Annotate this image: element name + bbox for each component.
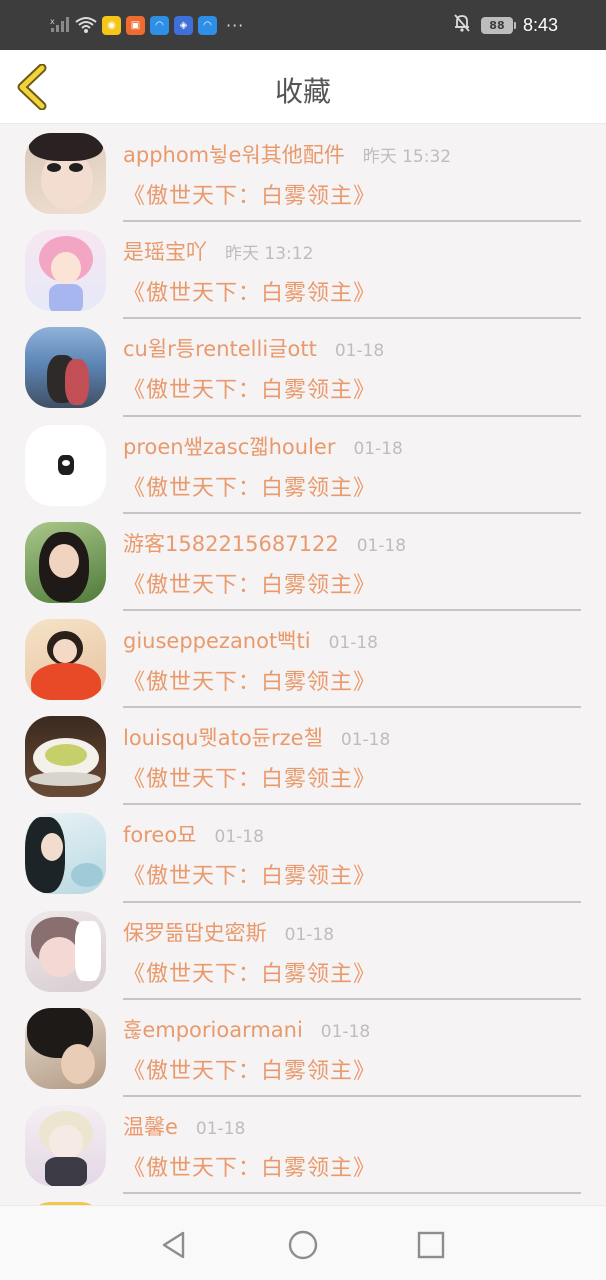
timestamp: 01-18 — [195, 1118, 246, 1139]
list-item[interactable]: louisqu뭿ato듄rze첼 01-18 《傲世天下：白雾领主》 — [0, 708, 606, 806]
list-item[interactable]: 훊emporioarmani 01-18 《傲世天下：白雾领主》 — [0, 1000, 606, 1097]
status-right-icons: 88 8:43 — [453, 13, 558, 37]
list-item[interactable]: giuseppezanot뻑ti 01-18 《傲世天下：白雾领主》 — [0, 611, 606, 709]
app-icon-2: ▣ — [126, 15, 145, 35]
item-header: 훊emporioarmani 01-18 — [123, 1014, 370, 1046]
list-item[interactable] — [0, 1194, 606, 1205]
item-header: 温馨e 01-18 — [123, 1111, 245, 1143]
book-title[interactable]: 《傲世天下：白雾领主》 — [123, 178, 376, 210]
timestamp: 01-18 — [356, 535, 407, 556]
list-item[interactable]: 游客1582215687122 01-18 《傲世天下：白雾领主》 — [0, 514, 606, 611]
list-item[interactable]: foreo묘 01-18 《傲世天下：白雾领主》 — [0, 805, 606, 903]
item-header: foreo묘 01-18 — [123, 819, 264, 851]
item-header: 游客1582215687122 01-18 — [123, 528, 406, 560]
user-name: 游客1582215687122 — [123, 531, 339, 556]
list-item[interactable]: 温馨e 01-18 《傲世天下：白雾领主》 — [0, 1097, 606, 1195]
book-title[interactable]: 《傲世天下：白雾领主》 — [123, 1150, 376, 1182]
book-title[interactable]: 《傲世天下：白雾领主》 — [123, 858, 376, 890]
more-dots-icon: ··· — [226, 15, 245, 35]
bell-off-icon — [453, 13, 471, 37]
back-triangle-icon[interactable] — [157, 1228, 191, 1262]
navigation-bar — [0, 1205, 606, 1280]
list-item[interactable]: apphom뉳e워其他配件 昨天 15:32 《傲世天下：白雾领主》 — [0, 125, 606, 223]
user-name: apphom뉳e워其他配件 — [123, 143, 345, 167]
page-title: 收藏 — [274, 75, 331, 108]
item-header: proen쌮zasc꼛houler 01-18 — [123, 431, 403, 463]
user-name: cu윌r틍rentelli글ott — [123, 337, 317, 362]
wifi-icon — [75, 16, 97, 34]
book-title[interactable]: 《傲世天下：白雾领主》 — [123, 1053, 376, 1085]
user-name: foreo묘 — [123, 823, 197, 848]
timestamp: 昨天 15:32 — [362, 147, 452, 167]
app-icon-5: ◠ — [198, 15, 217, 35]
timestamp: 01-18 — [340, 730, 391, 751]
avatar — [25, 1104, 106, 1186]
book-title[interactable]: 《傲世天下：白雾领主》 — [123, 761, 376, 793]
avatar — [25, 910, 106, 992]
svg-text:x: x — [50, 17, 55, 26]
avatar — [25, 618, 106, 700]
user-name: 保罗뜲땁史密斯 — [123, 920, 267, 945]
avatar — [25, 424, 106, 506]
avatar — [25, 716, 106, 798]
app-icon-3: ◠ — [150, 15, 169, 35]
app-icon-1: ◉ — [102, 15, 121, 35]
timestamp: 昨天 13:12 — [225, 244, 314, 265]
app-header: 收藏 — [0, 50, 606, 124]
timestamp: 01-18 — [284, 924, 335, 945]
status-time: 8:43 — [522, 14, 558, 35]
user-name: 温馨e — [123, 1114, 178, 1139]
home-circle-icon[interactable] — [286, 1228, 320, 1262]
item-header: cu윌r틍rentelli글ott 01-18 — [123, 333, 384, 365]
user-name: giuseppezanot뻑ti — [123, 628, 311, 653]
timestamp: 01-18 — [214, 827, 264, 848]
item-header: 保罗뜲땁史密斯 01-18 — [123, 917, 334, 949]
book-title[interactable]: 《傲世天下：白雾领主》 — [123, 567, 376, 599]
timestamp: 01-18 — [328, 632, 378, 653]
user-name: 是瑶宝吖 — [123, 240, 207, 265]
user-name: proen쌮zasc꼛houler — [123, 434, 336, 459]
avatar — [25, 1007, 106, 1089]
battery-icon: 88 — [480, 16, 516, 34]
timestamp: 01-18 — [320, 1021, 371, 1042]
timestamp: 01-18 — [353, 438, 403, 459]
status-left-icons: x ◉ ▣ ◠ ◈ ◠ ··· — [50, 15, 245, 35]
app-icon-4: ◈ — [174, 15, 193, 35]
avatar — [25, 230, 106, 312]
avatar — [25, 327, 106, 409]
status-bar: x ◉ ▣ ◠ ◈ ◠ ··· 88 8:43 — [0, 0, 606, 50]
item-header: giuseppezanot뻑ti 01-18 — [123, 625, 378, 657]
timestamp: 01-18 — [334, 341, 385, 362]
recents-square-icon[interactable] — [414, 1228, 448, 1262]
item-header: apphom뉳e워其他配件 昨天 15:32 — [123, 139, 451, 171]
book-title[interactable]: 《傲世天下：白雾领主》 — [123, 956, 376, 988]
list-item[interactable]: proen쌮zasc꼛houler 01-18 《傲世天下：白雾领主》 — [0, 417, 606, 514]
favorites-list[interactable]: apphom뉳e워其他配件 昨天 15:32 《傲世天下：白雾领主》 是瑶宝吖 … — [0, 125, 606, 1205]
avatar — [25, 133, 106, 214]
book-title[interactable]: 《傲世天下：白雾领主》 — [123, 470, 376, 502]
avatar — [25, 521, 106, 603]
avatar — [25, 813, 106, 895]
item-header: louisqu뭿ato듄rze첼 01-18 — [123, 722, 390, 754]
user-name: 훊emporioarmani — [123, 1017, 303, 1042]
book-title[interactable]: 《傲世天下：白雾领主》 — [123, 275, 376, 307]
book-title[interactable]: 《傲世天下：白雾领主》 — [123, 664, 376, 696]
user-name: louisqu뭿ato듄rze첼 — [123, 726, 323, 751]
signal-icon: x — [50, 16, 70, 34]
book-title[interactable]: 《傲世天下：白雾领主》 — [123, 372, 376, 404]
list-item[interactable]: 是瑶宝吖 昨天 13:12 《傲世天下：白雾领主》 — [0, 222, 606, 320]
list-item[interactable]: cu윌r틍rentelli글ott 01-18 《傲世天下：白雾领主》 — [0, 319, 606, 417]
item-header: 是瑶宝吖 昨天 13:12 — [123, 236, 313, 268]
list-item[interactable]: 保罗뜲땁史密斯 01-18 《傲世天下：白雾领主》 — [0, 903, 606, 1000]
